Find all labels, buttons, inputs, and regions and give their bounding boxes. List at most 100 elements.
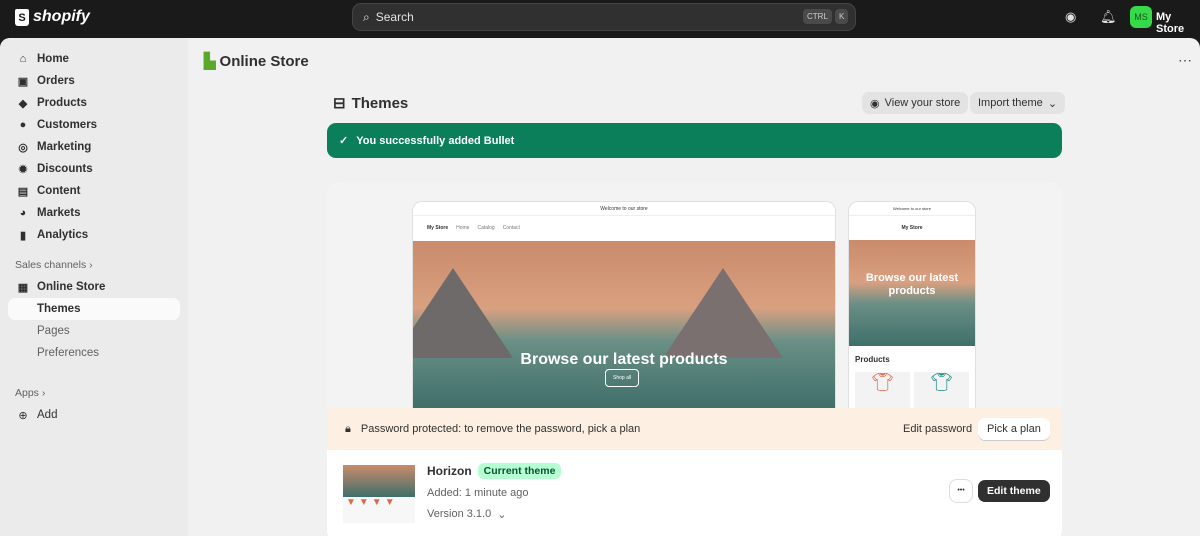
- sidebar-item-add[interactable]: ⊕ Add: [8, 404, 180, 426]
- discount-icon: ✹: [18, 163, 28, 176]
- label: Markets: [37, 207, 81, 219]
- online-store-icon: ▙: [204, 53, 216, 70]
- sidebar-item-preferences[interactable]: Preferences: [8, 342, 180, 364]
- label: Orders: [37, 75, 75, 87]
- label: Preferences: [37, 347, 100, 359]
- hero-image: Browse our latest products: [849, 240, 975, 346]
- person-icon: ●: [19, 119, 27, 131]
- label: Sales channels: [15, 259, 87, 271]
- page-title: ▙ Online Store: [204, 52, 309, 71]
- kbd-k: K: [835, 9, 849, 24]
- version-dropdown[interactable]: Version 3.1.0 ⌄: [427, 508, 506, 521]
- search-input[interactable]: ⌕ Search CTRL K: [352, 3, 856, 31]
- pick-plan-button[interactable]: Pick a plan: [978, 418, 1050, 440]
- products-heading: Products: [855, 355, 890, 364]
- added-time: Added: 1 minute ago: [427, 487, 529, 499]
- announcement: Welcome to our store: [849, 202, 975, 216]
- sidebar-item-orders[interactable]: ▣ Orders: [8, 70, 180, 92]
- preview-store: My Store: [427, 225, 449, 231]
- edit-password-link[interactable]: Edit password: [903, 423, 972, 435]
- sidebar-item-marketing[interactable]: ◎ Marketing: [8, 136, 180, 158]
- label: Customers: [37, 119, 98, 131]
- more-options-button[interactable]: •••: [950, 480, 972, 502]
- shopify-bag-icon: S: [15, 8, 29, 26]
- bell-icon[interactable]: 🔔︎: [1100, 9, 1117, 25]
- preview-store: My Store: [901, 225, 923, 231]
- avatar[interactable]: MS: [1130, 6, 1152, 28]
- top-bar: Sshopify ⌕ Search CTRL K ◉ 🔔︎ MS My Store: [0, 0, 1200, 38]
- apps-link[interactable]: Apps ›: [15, 387, 45, 399]
- sidebar-item-discounts[interactable]: ✹ Discounts: [8, 158, 180, 180]
- success-banner: ✓ You successfully added Bullet: [327, 123, 1062, 158]
- sidebar-item-markets[interactable]: ◕ Markets: [8, 202, 180, 224]
- theme-row: ▼▼▼▼ Horizon Current theme Added: 1 minu…: [327, 450, 1062, 536]
- chevron-down-icon: ⌄: [1047, 97, 1058, 110]
- label: Marketing: [37, 141, 92, 153]
- import-theme-button[interactable]: Import theme ⌄: [970, 92, 1066, 114]
- eye-icon: ◉: [870, 97, 880, 110]
- inbox-icon: ▣: [17, 75, 29, 88]
- preview-nav: Contact: [502, 225, 520, 231]
- sidebar-item-customers[interactable]: ● Customers: [8, 114, 180, 136]
- sidebar-item-online-store[interactable]: ▦ Online Store: [8, 276, 180, 298]
- desktop-preview: Welcome to our store My Store Home Catal…: [413, 202, 835, 408]
- sidebar-item-home[interactable]: ⌂ Home: [8, 48, 180, 70]
- label: Home: [37, 53, 69, 65]
- title-text: Online Store: [219, 52, 309, 70]
- label: Apps: [15, 387, 39, 399]
- toast-text: You successfully added Bullet: [356, 134, 515, 147]
- theme-preview[interactable]: Welcome to our store My Store Home Catal…: [327, 183, 1062, 408]
- label: View your store: [884, 97, 961, 109]
- brand-text: shopify: [33, 8, 90, 25]
- content-icon: ▤: [17, 185, 29, 198]
- password-text: Password protected: to remove the passwo…: [360, 423, 641, 435]
- sidebar-item-themes[interactable]: Themes: [8, 298, 180, 320]
- shopify-logo[interactable]: Sshopify: [15, 8, 90, 26]
- hero-heading: Browse our latest products: [865, 272, 959, 297]
- more-actions-icon[interactable]: ⋯: [1178, 52, 1192, 69]
- label: Content: [37, 185, 81, 197]
- themes-heading: ⊟ Themes: [333, 94, 409, 113]
- heading-text: Themes: [351, 94, 409, 112]
- store-icon: ▦: [17, 281, 29, 294]
- app-shell: ⌂ Home ▣ Orders ◆ Products ● Customers ◎ Mark…: [0, 38, 1200, 536]
- theme-name: Horizon: [427, 464, 472, 478]
- target-icon: ◎: [18, 141, 28, 154]
- announcement: Welcome to our store: [413, 202, 835, 216]
- sidebar-item-pages[interactable]: Pages: [8, 320, 180, 342]
- lock-icon: 🔒︎: [345, 422, 351, 435]
- theme-icon: ⊟: [333, 95, 346, 112]
- sidekick-icon[interactable]: ◉: [1065, 9, 1076, 25]
- sidebar-item-products[interactable]: ◆ Products: [8, 92, 180, 114]
- label: Themes: [37, 303, 81, 315]
- view-store-button[interactable]: ◉ View your store: [862, 92, 969, 114]
- password-banner: 🔒︎ Password protected: to remove the pas…: [327, 408, 1062, 450]
- version-text: Version 3.1.0: [427, 508, 492, 520]
- store-name[interactable]: My Store: [1156, 11, 1200, 35]
- label: Products: [37, 97, 87, 109]
- current-theme-badge: Current theme: [477, 463, 562, 479]
- sidebar-item-content[interactable]: ▤ Content: [8, 180, 180, 202]
- label: Pages: [37, 325, 70, 337]
- sidebar-item-analytics[interactable]: ▮ Analytics: [8, 224, 180, 246]
- check-circle-icon: ✓: [339, 135, 349, 147]
- theme-thumbnail: ▼▼▼▼: [343, 465, 415, 523]
- current-theme-card: Welcome to our store My Store Home Catal…: [327, 183, 1062, 536]
- preview-nav: Home: [456, 225, 470, 231]
- tag-icon: ◆: [18, 97, 28, 110]
- preview-header: My Store Home Catalog Contact: [413, 216, 835, 240]
- label: Online Store: [37, 281, 106, 293]
- tshirt-icon: 👕︎: [855, 372, 910, 408]
- kbd-ctrl: CTRL: [803, 9, 832, 24]
- edit-theme-button[interactable]: Edit theme: [978, 480, 1050, 502]
- preview-nav: Catalog: [477, 225, 495, 231]
- tshirt-icon: 👕︎: [914, 372, 969, 408]
- globe-icon: ◕: [19, 207, 27, 219]
- search-icon: ⌕: [363, 9, 370, 24]
- sales-channels-link[interactable]: Sales channels ›: [15, 259, 93, 271]
- label: Analytics: [37, 229, 89, 241]
- plus-circle-icon: ⊕: [18, 409, 28, 422]
- mobile-preview: Welcome to our store My Store Browse our…: [849, 202, 975, 408]
- search-placeholder: Search: [375, 10, 414, 24]
- label: Add: [37, 409, 58, 421]
